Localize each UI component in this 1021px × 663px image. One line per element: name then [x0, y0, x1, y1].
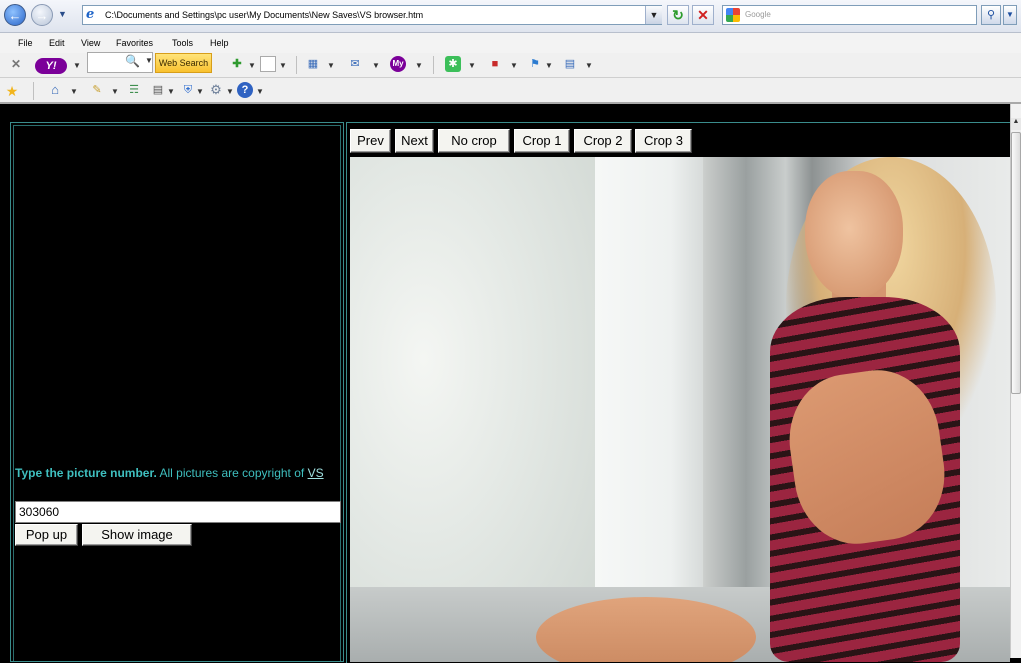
left-frame [10, 122, 344, 662]
mail-icon[interactable]: ✉ [347, 56, 363, 72]
feeds-icon[interactable]: ☴ [126, 82, 142, 98]
scroll-up-arrow-icon[interactable]: ▲ [1011, 118, 1021, 130]
search-options-dropdown[interactable]: ▼ [1003, 5, 1017, 25]
stop-button[interactable]: ✕ [692, 5, 714, 25]
menu-favorites[interactable]: Favorites [116, 38, 153, 48]
toolbar-separator [33, 82, 34, 100]
games-dropdown-icon[interactable]: ▼ [510, 61, 518, 70]
popup-blocker-dropdown-icon[interactable]: ▼ [585, 61, 593, 70]
tools-gear-icon[interactable]: ⚙ [208, 82, 224, 98]
history-dropdown-icon[interactable]: ▼ [58, 9, 67, 19]
google-search-placeholder: Google [745, 10, 771, 19]
popup-button[interactable]: Pop up [15, 524, 78, 546]
next-button[interactable]: Next [395, 129, 434, 153]
picture-number-input[interactable]: 303060 [15, 501, 341, 523]
page-dropdown-icon[interactable]: ▼ [167, 87, 175, 96]
toolbar-separator [433, 56, 434, 74]
mail-dropdown-icon[interactable]: ▼ [372, 61, 380, 70]
favorites-star-icon[interactable]: ★ [4, 83, 20, 99]
picture-number-instructions: Type the picture number. All pictures ar… [15, 466, 324, 480]
menu-file[interactable]: File [18, 38, 33, 48]
address-toolbar: ← → ▼ e C:\Documents and Settings\pc use… [0, 0, 1021, 33]
my-yahoo-dropdown-icon[interactable]: ▼ [415, 61, 423, 70]
address-dropdown-button[interactable]: ▼ [645, 6, 662, 24]
instruction-rest: All pictures are copyright of [156, 466, 308, 480]
vertical-scrollbar[interactable]: ▲ [1010, 104, 1021, 658]
menu-tools[interactable]: Tools [172, 38, 193, 48]
blank-box-dropdown-icon[interactable]: ▼ [279, 61, 287, 70]
ie-page-icon: e [86, 7, 95, 22]
refresh-button[interactable]: ↻ [667, 5, 689, 25]
crop-1-button[interactable]: Crop 1 [514, 129, 570, 153]
bookmark-add-icon[interactable]: ✚ [229, 56, 245, 72]
instruction-bold: Type the picture number. [15, 466, 157, 480]
messenger-dropdown-icon[interactable]: ▼ [468, 61, 476, 70]
antispy-dropdown-icon[interactable]: ▼ [545, 61, 553, 70]
no-crop-button[interactable]: No crop [438, 129, 510, 153]
home-dropdown-icon[interactable]: ▼ [70, 87, 78, 96]
photo-model-face [805, 171, 903, 299]
popup-blocker-icon[interactable]: ▤ [562, 56, 578, 72]
yahoo-logo[interactable]: Y! [35, 58, 67, 74]
menu-view[interactable]: View [81, 38, 100, 48]
address-field[interactable]: e C:\Documents and Settings\pc user\My D… [82, 5, 662, 25]
close-toolbar-icon[interactable]: ✕ [11, 57, 21, 71]
blank-toolbar-box[interactable] [260, 56, 276, 72]
forward-button[interactable]: → [31, 4, 53, 26]
safety-dropdown-icon[interactable]: ▼ [196, 87, 204, 96]
bookmark-dropdown-icon[interactable]: ▼ [248, 61, 256, 70]
antispy-shield-icon[interactable]: ⚑ [527, 56, 543, 72]
page-icon[interactable]: ▤ [150, 82, 166, 98]
address-text: C:\Documents and Settings\pc user\My Doc… [105, 10, 424, 20]
displayed-photo [350, 157, 1010, 662]
window-dropdown-icon[interactable]: ▼ [327, 61, 335, 70]
crop-2-button[interactable]: Crop 2 [574, 129, 632, 153]
help-icon[interactable]: ? [237, 82, 253, 98]
pencil-icon[interactable]: ✎ [89, 82, 105, 98]
google-logo-icon [726, 8, 740, 22]
magnifier-icon[interactable]: 🔍 [125, 54, 140, 68]
google-search-input[interactable]: Google [722, 5, 977, 25]
menu-help[interactable]: Help [210, 38, 229, 48]
my-yahoo-icon[interactable]: My [390, 56, 406, 72]
yahoo-menu-dropdown-icon[interactable]: ▼ [73, 61, 81, 70]
search-go-button[interactable]: ⚲ [981, 5, 1001, 25]
back-button[interactable]: ← [4, 4, 26, 26]
games-cube-icon[interactable]: ■ [487, 56, 503, 72]
toolbar-separator [296, 56, 297, 74]
copyright-link[interactable]: VS [308, 466, 324, 480]
yahoo-search-input[interactable] [87, 52, 153, 73]
left-frame-inner-border [13, 125, 341, 661]
messenger-icon[interactable]: ✱ [445, 56, 461, 72]
tools-dropdown-icon[interactable]: ▼ [226, 87, 234, 96]
menu-bar: File Edit View Favorites Tools Help [0, 33, 1021, 54]
home-icon[interactable]: ⌂ [47, 82, 63, 98]
yahoo-search-dropdown-icon[interactable]: ▼ [145, 56, 153, 65]
web-search-button[interactable]: Web Search [155, 53, 212, 73]
prev-button[interactable]: Prev [350, 129, 391, 153]
help-dropdown-icon[interactable]: ▼ [256, 87, 264, 96]
window-icon[interactable]: ▦ [305, 56, 321, 72]
show-image-button[interactable]: Show image [82, 524, 192, 546]
crop-3-button[interactable]: Crop 3 [635, 129, 692, 153]
scroll-thumb[interactable] [1011, 132, 1021, 394]
safety-shield-icon[interactable]: ⛨ [180, 82, 196, 98]
menu-edit[interactable]: Edit [49, 38, 65, 48]
edit-dropdown-icon[interactable]: ▼ [111, 87, 119, 96]
browser-chrome: ← → ▼ e C:\Documents and Settings\pc use… [0, 0, 1021, 104]
